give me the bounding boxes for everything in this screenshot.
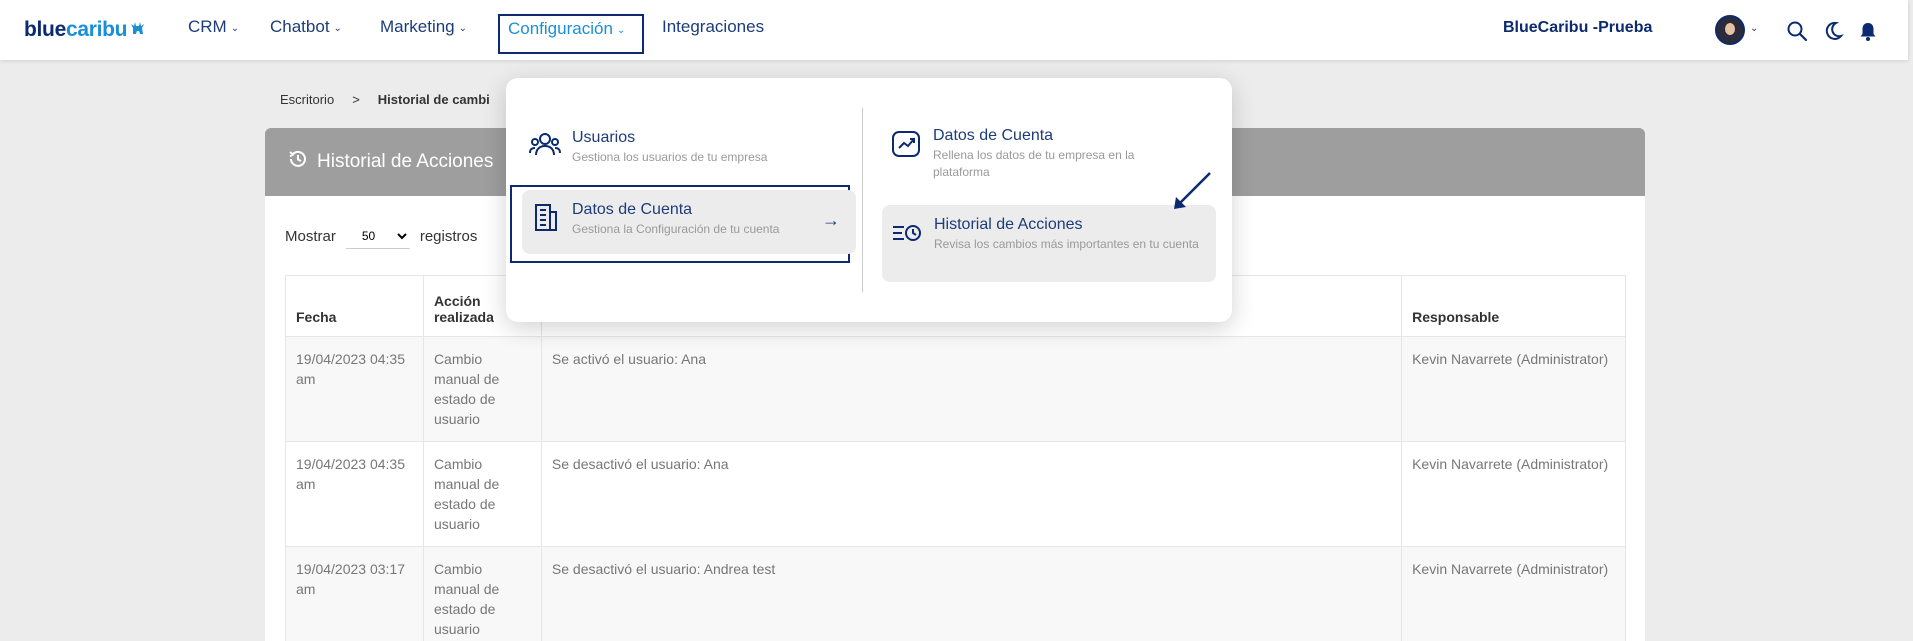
cell-accion: Cambio manual de estado de usuario xyxy=(422,336,542,442)
menu-item-usuarios[interactable]: Usuarios Gestiona los usuarios de tu emp… xyxy=(528,128,767,166)
nav-configuracion-highlight: Configuración ⌄ xyxy=(498,14,644,54)
chevron-down-icon: ⌄ xyxy=(616,24,626,36)
menu-item-historial-acciones[interactable]: Historial de Acciones Revisa los cambios… xyxy=(882,205,1216,282)
cell-accion: Cambio manual de estado de usuario xyxy=(422,546,542,641)
moon-icon[interactable] xyxy=(1822,20,1844,42)
nav-marketing[interactable]: Marketing ⌄ xyxy=(380,17,467,37)
records-per-page: Mostrar 50 registros xyxy=(285,223,477,249)
records-select[interactable]: 50 xyxy=(345,223,410,249)
avatar[interactable] xyxy=(1715,15,1745,45)
menu-item-datos-cuenta-empresa[interactable]: Datos de Cuenta Rellena los datos de tu … xyxy=(889,126,1189,181)
chevron-down-icon[interactable]: ⌄ xyxy=(1750,23,1758,34)
table-row: 19/04/2023 04:35 am Cambio manual de est… xyxy=(285,441,1626,547)
building-icon xyxy=(528,200,562,234)
arrow-right-icon: → xyxy=(822,210,840,230)
cell-fecha: 19/04/2023 04:35 am xyxy=(285,441,424,547)
cell-detalle: Se desactivó el usuario: Ana xyxy=(540,441,1403,547)
account-name: BlueCaribu -Prueba xyxy=(1503,19,1653,36)
cell-responsable: Kevin Navarrete (Administrator) xyxy=(1401,336,1626,442)
cell-fecha: 19/04/2023 04:35 am xyxy=(285,336,424,442)
chevron-down-icon: ⌄ xyxy=(333,22,342,34)
cell-fecha: 19/04/2023 03:17 am xyxy=(285,546,424,641)
nav-crm[interactable]: CRM ⌄ xyxy=(188,17,239,37)
chart-growth-icon xyxy=(889,126,923,160)
nav-configuracion[interactable]: Configuración ⌄ xyxy=(500,16,642,39)
breadcrumb-home[interactable]: Escritorio xyxy=(280,92,334,107)
list-clock-icon xyxy=(890,215,924,249)
cell-responsable: Kevin Navarrete (Administrator) xyxy=(1401,441,1626,547)
logo[interactable]: blue caribu xyxy=(24,18,146,42)
search-icon[interactable] xyxy=(1786,20,1808,42)
table-row: 19/04/2023 04:35 am Cambio manual de est… xyxy=(285,336,1626,442)
nav-integraciones[interactable]: Integraciones xyxy=(662,17,764,37)
top-navbar: blue caribu CRM ⌄ Chatbot ⌄ Marketing ⌄ Conf… xyxy=(0,0,1908,60)
table-row: 19/04/2023 03:17 am Cambio manual de est… xyxy=(285,546,1626,641)
chevron-down-icon: ⌄ xyxy=(230,22,240,34)
caribou-logo-icon xyxy=(130,18,146,42)
cell-accion: Cambio manual de estado de usuario xyxy=(422,441,542,547)
column-responsable[interactable]: Responsable xyxy=(1401,275,1626,337)
chevron-down-icon: ⌄ xyxy=(458,22,468,34)
bell-icon[interactable] xyxy=(1857,20,1879,42)
annotation-arrow-icon xyxy=(1170,171,1214,211)
column-fecha[interactable]: Fecha xyxy=(285,275,424,337)
breadcrumb-separator: > xyxy=(352,92,360,107)
menu-divider xyxy=(862,108,863,292)
cell-responsable: Kevin Navarrete (Administrator) xyxy=(1401,546,1626,641)
breadcrumb: Escritorio > Historial de cambi xyxy=(280,92,490,107)
menu-item-datos-cuenta[interactable]: Datos de Cuenta Gestiona la Configuració… xyxy=(522,190,856,254)
cell-detalle: Se desactivó el usuario: Andrea test xyxy=(540,546,1403,641)
nav-chatbot[interactable]: Chatbot ⌄ xyxy=(270,17,342,37)
card-title: Historial de Acciones xyxy=(317,151,494,172)
users-icon xyxy=(528,128,562,162)
cell-detalle: Se activó el usuario: Ana xyxy=(540,336,1403,442)
configuracion-dropdown: Usuarios Gestiona los usuarios de tu emp… xyxy=(506,78,1232,322)
breadcrumb-current: Historial de cambi xyxy=(377,92,490,107)
history-icon xyxy=(287,148,309,176)
history-table: Fecha Acción realizada Responsable 19/04… xyxy=(285,275,1626,641)
